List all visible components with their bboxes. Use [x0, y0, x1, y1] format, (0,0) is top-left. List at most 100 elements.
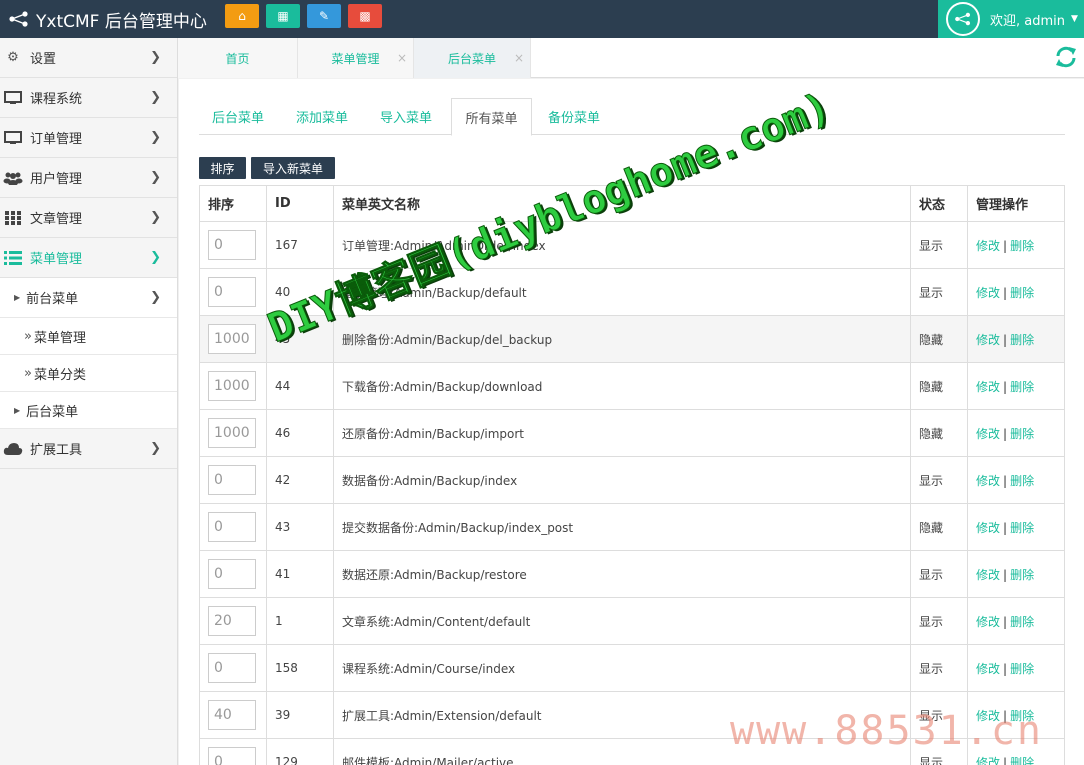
edit-button[interactable]: ✎	[307, 4, 341, 28]
tab-back-menu-list[interactable]: 后台菜单	[212, 98, 264, 135]
submenu-item-menu-manage[interactable]: » 菜单管理	[0, 318, 177, 355]
submenu-label: 菜单分类	[33, 367, 86, 383]
brand[interactable]: YxtCMF 后台管理中心	[8, 0, 207, 38]
column-header-sort[interactable]: 排序	[199, 185, 267, 222]
submenu-item-menu-category[interactable]: » 菜单分类	[0, 355, 177, 392]
tab-label: 备份菜单	[548, 111, 601, 126]
sort-order-input[interactable]	[208, 418, 256, 448]
sort-order-input[interactable]	[208, 512, 256, 542]
delete-link[interactable]: 删除	[1010, 380, 1034, 394]
delete-link[interactable]: 删除	[1010, 474, 1034, 488]
main-content: 后台菜单 添加菜单 导入菜单 所有菜单 备份菜单 排序 导入新菜单 排序 ID …	[179, 79, 1084, 765]
delete-link[interactable]: 删除	[1010, 568, 1034, 582]
tab-add-menu[interactable]: 添加菜单	[296, 98, 348, 135]
delete-button[interactable]: ▩	[348, 4, 382, 28]
users-icon	[2, 171, 24, 185]
delete-link[interactable]: 删除	[1010, 239, 1034, 253]
close-icon[interactable]: ×	[397, 51, 407, 65]
close-icon[interactable]: ×	[514, 51, 524, 65]
sort-order-input[interactable]	[208, 653, 256, 683]
chevron-right-icon: ❯	[150, 441, 161, 456]
tab-import-menu[interactable]: 导入菜单	[380, 98, 432, 135]
menu-name-cell: 邮件模板:Admin/Mailer/active	[333, 738, 911, 765]
delete-link[interactable]: 删除	[1010, 521, 1034, 535]
chevron-right-icon: ❯	[150, 90, 161, 105]
edit-link[interactable]: 修改	[976, 521, 1000, 535]
sidebar-item-course[interactable]: 课程系统 ❯	[0, 78, 177, 118]
menu-name-cell: 还原备份:Admin/Backup/import	[333, 409, 911, 457]
tab-backup-menu[interactable]: 备份菜单	[548, 98, 600, 135]
status-cell: 显示	[910, 597, 968, 645]
status-cell: 隐藏	[910, 315, 968, 363]
edit-link[interactable]: 修改	[976, 380, 1000, 394]
sidebar-item-label: 设置	[30, 52, 57, 67]
delete-link[interactable]: 删除	[1010, 662, 1034, 676]
edit-link[interactable]: 修改	[976, 474, 1000, 488]
delete-link[interactable]: 删除	[1010, 427, 1034, 441]
edit-link[interactable]: 修改	[976, 662, 1000, 676]
sidebar-item-label: 文章管理	[30, 212, 83, 227]
sort-order-input[interactable]	[208, 559, 256, 589]
tab-home[interactable]: 首页	[178, 38, 298, 78]
import-new-menu-button[interactable]: 导入新菜单	[251, 157, 335, 179]
chevron-right-icon: ❯	[150, 170, 161, 185]
delete-link[interactable]: 删除	[1010, 333, 1034, 347]
user-menu[interactable]: 欢迎, admin ▼	[938, 0, 1084, 38]
status-cell: 隐藏	[910, 362, 968, 410]
sidebar-item-articles[interactable]: 文章管理 ❯	[0, 198, 177, 238]
sidebar-item-settings[interactable]: ⚙ 设置 ❯	[0, 38, 177, 78]
column-header-id[interactable]: ID	[266, 185, 334, 222]
sort-button[interactable]: 排序	[199, 157, 246, 179]
id-cell: 40	[266, 268, 334, 316]
submenu-item-back[interactable]: ▶ 后台菜单	[0, 392, 177, 429]
actions-cell: 修改 | 删除	[967, 456, 1065, 504]
sort-order-input[interactable]	[208, 230, 256, 260]
tab-label: 添加菜单	[296, 111, 349, 126]
sort-order-input[interactable]	[208, 371, 256, 401]
edit-link[interactable]: 修改	[976, 709, 1000, 723]
separator: |	[1003, 379, 1008, 394]
separator: |	[1003, 708, 1008, 723]
delete-link[interactable]: 删除	[1010, 709, 1034, 723]
table-row: 44下载备份:Admin/Backup/download隐藏修改|删除	[199, 362, 1065, 410]
chevron-right-icon: ❯	[150, 210, 161, 225]
sidebar-item-menu[interactable]: 菜单管理 ❯	[0, 238, 177, 278]
actions-cell: 修改 | 删除	[967, 503, 1065, 551]
sort-order-input[interactable]	[208, 747, 256, 765]
edit-link[interactable]: 修改	[976, 427, 1000, 441]
sidebar-item-extensions[interactable]: 扩展工具 ❯	[0, 429, 177, 469]
sort-order-input[interactable]	[208, 606, 256, 636]
sort-order-input[interactable]	[208, 277, 256, 307]
sort-order-input[interactable]	[208, 700, 256, 730]
edit-link[interactable]: 修改	[976, 286, 1000, 300]
tab-all-menus[interactable]: 所有菜单	[451, 98, 532, 136]
sort-order-input[interactable]	[208, 324, 256, 354]
id-cell: 129	[266, 738, 334, 765]
sort-order-input[interactable]	[208, 465, 256, 495]
status-cell: 显示	[910, 644, 968, 692]
separator: |	[1003, 661, 1008, 676]
delete-link[interactable]: 删除	[1010, 615, 1034, 629]
tab-back-menu[interactable]: 后台菜单 ×	[414, 38, 531, 78]
edit-link[interactable]: 修改	[976, 239, 1000, 253]
sort-cell	[199, 738, 267, 765]
tab-menu-manage[interactable]: 菜单管理 ×	[298, 38, 414, 78]
double-angle-icon: »	[24, 328, 32, 344]
sort-cell	[199, 644, 267, 692]
edit-link[interactable]: 修改	[976, 615, 1000, 629]
refresh-icon[interactable]	[1054, 45, 1078, 73]
sort-cell	[199, 221, 267, 269]
status-cell: 显示	[910, 550, 968, 598]
sidebar-item-users[interactable]: 用户管理 ❯	[0, 158, 177, 198]
submenu-item-front[interactable]: ▶ 前台菜单 ❯	[0, 278, 177, 318]
edit-link[interactable]: 修改	[976, 568, 1000, 582]
id-cell: 46	[266, 409, 334, 457]
delete-link[interactable]: 删除	[1010, 286, 1034, 300]
sidebar-item-orders[interactable]: 订单管理 ❯	[0, 118, 177, 158]
home-button[interactable]: ⌂	[225, 4, 259, 28]
edit-link[interactable]: 修改	[976, 333, 1000, 347]
table-button[interactable]: ▦	[266, 4, 300, 28]
delete-link[interactable]: 删除	[1010, 756, 1034, 765]
status-cell: 显示	[910, 456, 968, 504]
edit-link[interactable]: 修改	[976, 756, 1000, 765]
